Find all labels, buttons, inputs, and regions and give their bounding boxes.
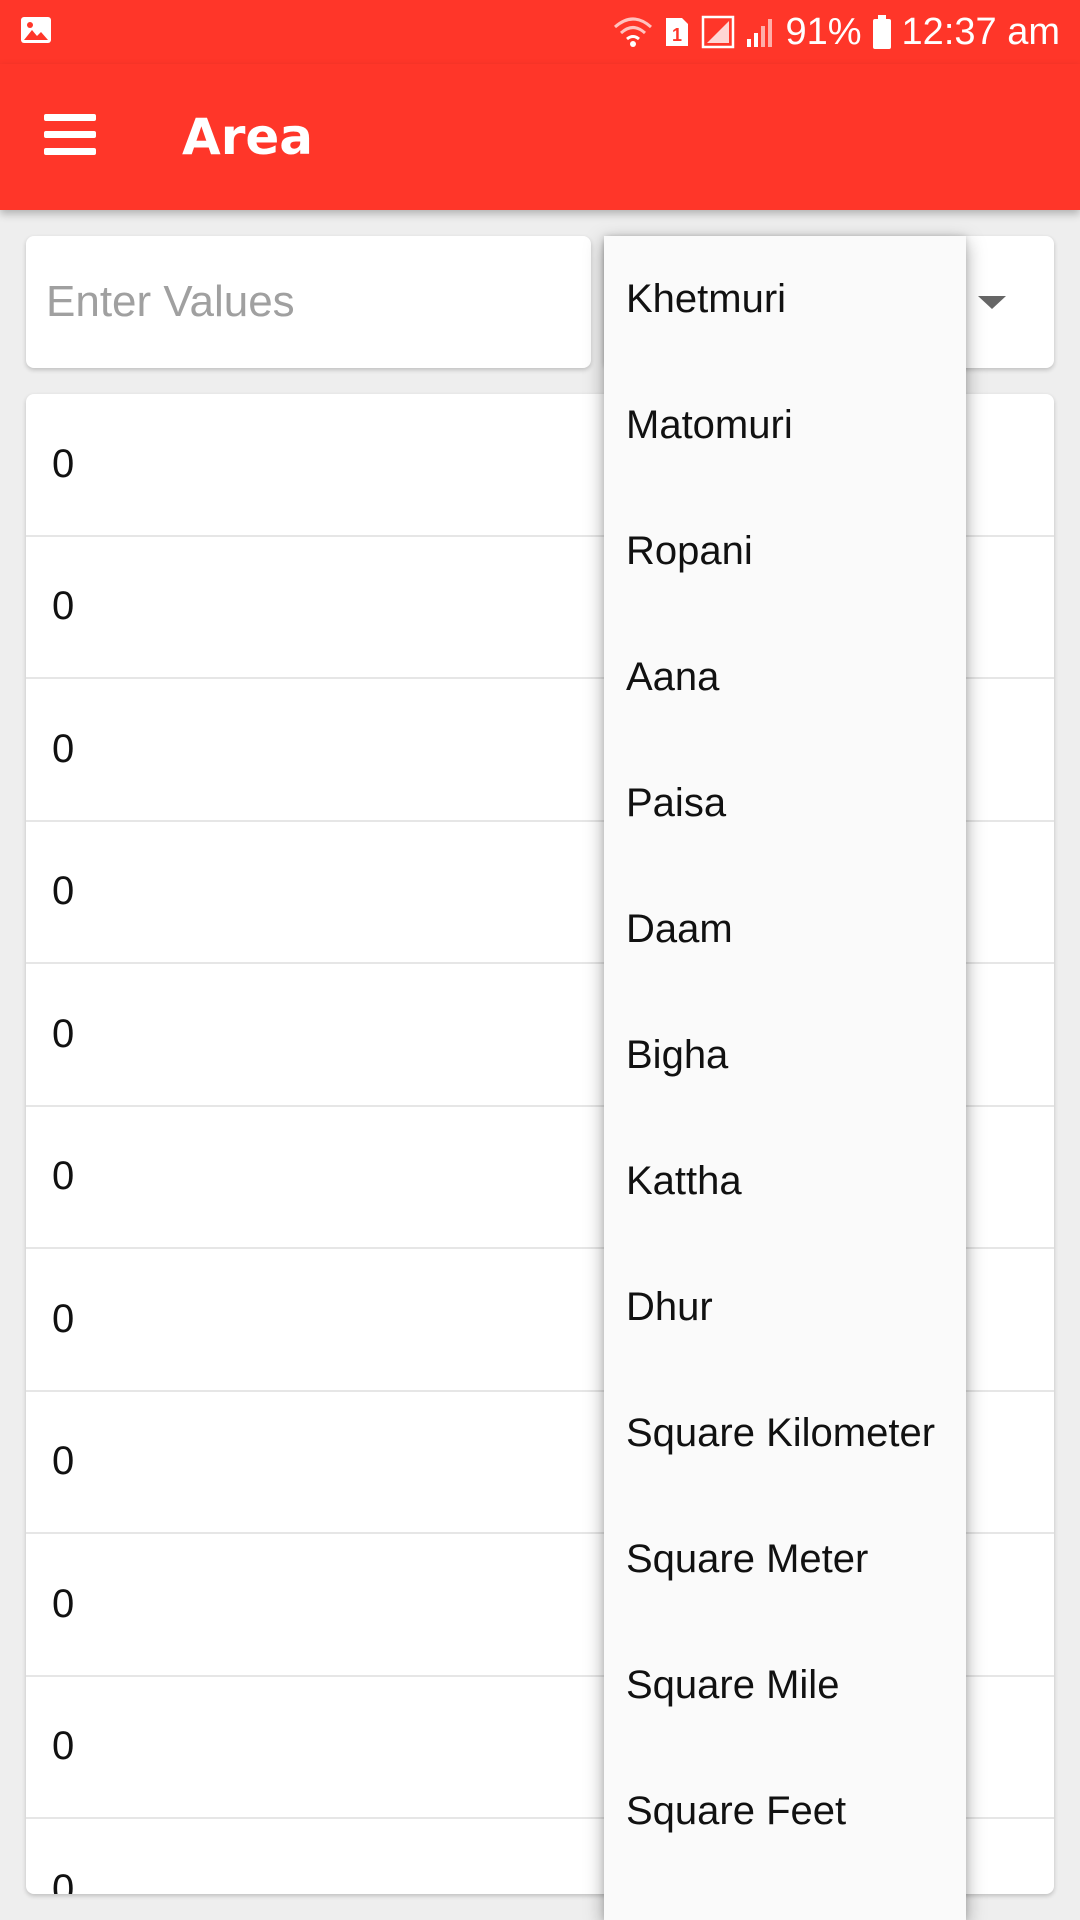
result-value: 0 — [52, 726, 75, 771]
dropdown-option-khetmuri[interactable]: Khetmuri — [604, 236, 966, 362]
wifi-icon — [613, 15, 653, 49]
battery-icon — [872, 14, 892, 50]
signal-icon — [745, 15, 775, 49]
sim-icon: 1 — [663, 15, 691, 49]
dropdown-option-square-kilometer[interactable]: Square Kilometer — [604, 1370, 966, 1496]
dropdown-option-square-feet[interactable]: Square Feet — [604, 1748, 966, 1874]
dropdown-option-square-meter[interactable]: Square Meter — [604, 1496, 966, 1622]
dropdown-option-dhur[interactable]: Dhur — [604, 1244, 966, 1370]
result-value: 0 — [52, 1154, 75, 1199]
result-value: 0 — [52, 1581, 75, 1626]
dropdown-option-ropani[interactable]: Ropani — [604, 488, 966, 614]
result-value: 0 — [52, 1439, 75, 1484]
result-value: 0 — [52, 1724, 75, 1769]
result-value: 0 — [52, 1866, 75, 1894]
battery-percent: 91% — [785, 10, 862, 53]
page-title: Area — [182, 108, 314, 166]
app-root: 1 91% 12:37 am Area Enter Values 0 0 0 0… — [0, 0, 1080, 1920]
dropdown-option-aana[interactable]: Aana — [604, 614, 966, 740]
signal-icon — [701, 15, 735, 49]
result-value: 0 — [52, 1296, 75, 1341]
status-icons: 1 91% 12:37 am — [613, 0, 1060, 64]
result-value: 0 — [52, 584, 75, 629]
app-bar: Area — [0, 64, 1080, 210]
sim-badge-text: 1 — [672, 25, 682, 45]
result-value: 0 — [52, 441, 75, 486]
status-bar: 1 91% 12:37 am — [0, 0, 1080, 64]
value-input-card — [26, 236, 591, 368]
dropdown-option-paisa[interactable]: Paisa — [604, 740, 966, 866]
unit-dropdown-menu: Khetmuri Matomuri Ropani Aana Paisa Daam… — [604, 236, 966, 1920]
dropdown-option-square-mile[interactable]: Square Mile — [604, 1622, 966, 1748]
result-value: 0 — [52, 1011, 75, 1056]
value-input[interactable] — [26, 236, 591, 368]
dropdown-option-matomuri[interactable]: Matomuri — [604, 362, 966, 488]
dropdown-arrow-icon[interactable] — [978, 296, 1006, 309]
gallery-icon — [20, 16, 52, 44]
clock: 12:37 am — [901, 10, 1060, 53]
dropdown-option-kattha[interactable]: Kattha — [604, 1118, 966, 1244]
hamburger-menu-icon[interactable] — [44, 104, 114, 164]
result-value: 0 — [52, 869, 75, 914]
dropdown-option-bigha[interactable]: Bigha — [604, 992, 966, 1118]
dropdown-option-daam[interactable]: Daam — [604, 866, 966, 992]
